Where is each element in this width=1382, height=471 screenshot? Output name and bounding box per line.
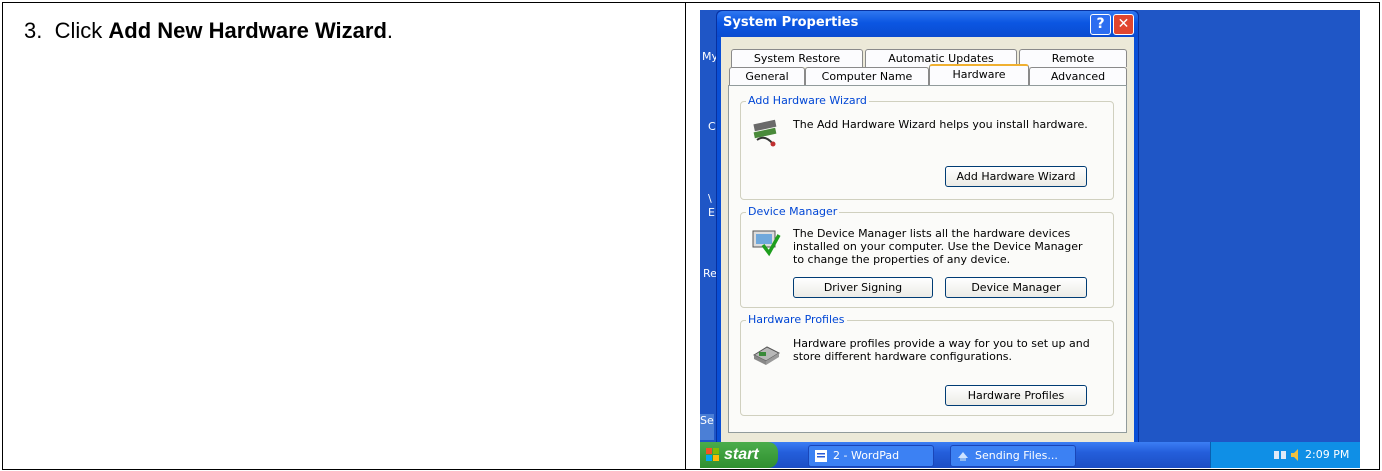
desktop-label-se: Se (700, 414, 714, 440)
hardware-profiles-legend: Hardware Profiles (746, 313, 847, 326)
hardware-profiles-button[interactable]: Hardware Profiles (945, 385, 1087, 406)
device-manager-legend: Device Manager (746, 205, 840, 218)
windows-flag-icon (706, 448, 719, 461)
taskbar-item-wordpad[interactable]: 2 - WordPad (808, 445, 934, 467)
taskbar-item-sending-files[interactable]: Sending Files... (950, 445, 1076, 467)
tab-computer-name[interactable]: Computer Name (805, 67, 929, 85)
window-title: System Properties (723, 15, 859, 30)
tab-general[interactable]: General (729, 67, 805, 85)
dialog-client: System Restore Automatic Updates Remote … (721, 37, 1134, 443)
desktop-label-slash: \ (708, 192, 712, 205)
taskbar-clock[interactable]: 2:09 PM (1305, 448, 1349, 461)
step-prefix: Click (54, 18, 109, 43)
device-manager-icon (752, 230, 781, 257)
volume-icon[interactable] (1289, 447, 1303, 463)
step-instruction: 3. Click Add New Hardware Wizard. (24, 18, 393, 44)
driver-signing-button[interactable]: Driver Signing (793, 277, 933, 298)
add-hardware-wizard-button[interactable]: Add Hardware Wizard (945, 166, 1087, 187)
desktop-label-re: Re (703, 267, 717, 280)
title-bar[interactable]: System Properties ? ✕ (717, 11, 1138, 37)
desktop-label-se-text: Se (700, 414, 714, 427)
screenshot: My C \ E Re Se System Properties ? ✕ Sys… (700, 10, 1360, 468)
tab-advanced[interactable]: Advanced (1029, 67, 1127, 85)
close-button[interactable]: ✕ (1113, 14, 1134, 35)
add-hardware-legend: Add Hardware Wizard (746, 94, 869, 107)
start-label: start (724, 446, 759, 463)
desktop-label-c: C (708, 120, 716, 133)
taskbar: start 2 - WordPad Sending Files... 2:09 … (700, 442, 1360, 468)
help-button[interactable]: ? (1090, 14, 1111, 35)
desktop-label-e: E (708, 206, 715, 219)
sending-files-task-label: Sending Files... (975, 449, 1058, 462)
tab-hardware[interactable]: Hardware (929, 64, 1029, 86)
table-divider (685, 2, 686, 469)
device-manager-group: Device Manager The Device Manager lists … (740, 205, 1114, 308)
add-hardware-description: The Add Hardware Wizard helps you instal… (793, 118, 1088, 131)
wordpad-task-label: 2 - WordPad (833, 449, 900, 462)
step-target: Add New Hardware Wizard (108, 18, 387, 43)
device-manager-button[interactable]: Device Manager (945, 277, 1087, 298)
hardware-profiles-icon (752, 346, 781, 365)
step-suffix: . (386, 18, 394, 43)
step-number: 3. (24, 18, 43, 43)
network-icon[interactable] (1273, 448, 1287, 462)
hardware-tab-panel: Add Hardware Wizard The Add Hardware Wiz… (728, 85, 1127, 433)
add-hardware-group: Add Hardware Wizard The Add Hardware Wiz… (740, 94, 1114, 200)
transfer-icon (958, 452, 968, 461)
hardware-profiles-description: Hardware profiles provide a way for you … (793, 337, 1090, 363)
device-manager-description: The Device Manager lists all the hardwar… (793, 227, 1083, 266)
tab-system-restore[interactable]: System Restore (731, 49, 863, 67)
wordpad-icon (815, 450, 827, 462)
hardware-wizard-icon (753, 119, 777, 147)
system-tray: 2:09 PM (1210, 442, 1360, 468)
system-properties-window: System Properties ? ✕ System Restore Aut… (716, 10, 1139, 444)
start-button[interactable]: start (700, 442, 778, 468)
tab-remote[interactable]: Remote (1019, 49, 1127, 67)
hardware-profiles-group: Hardware Profiles Hardware profiles prov… (740, 313, 1114, 416)
